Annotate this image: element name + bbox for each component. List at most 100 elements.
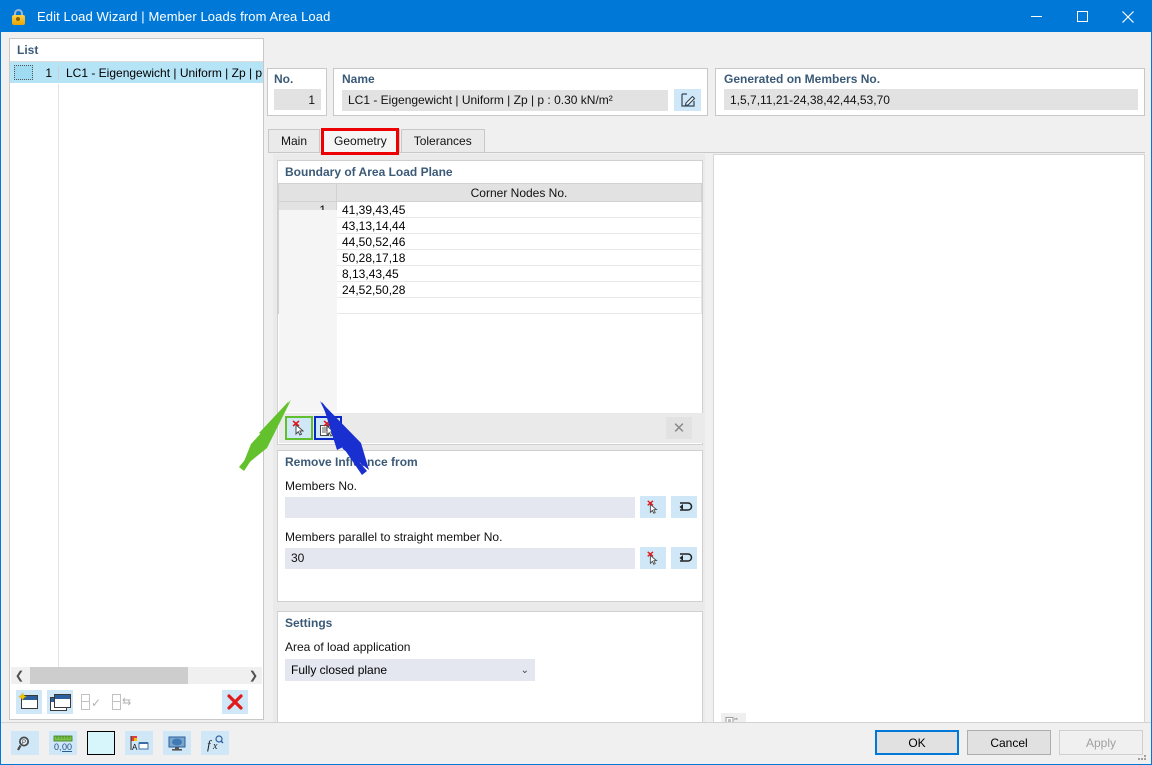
members-no-input[interactable] <box>285 497 635 518</box>
tab-bar: Main Geometry Tolerances <box>268 130 1145 153</box>
table-header-row: Corner Nodes No. <box>279 184 702 202</box>
table-row[interactable]: 7 <box>279 298 702 314</box>
row-nodes[interactable]: 8,13,43,45 <box>337 266 702 282</box>
table-row[interactable]: 3 44,50,52,46 <box>279 234 702 250</box>
generated-members-value[interactable]: 1,5,7,11,21-24,38,42,44,53,70 <box>724 89 1138 110</box>
scroll-right-icon[interactable]: ❯ <box>245 667 262 684</box>
maximize-button[interactable] <box>1059 1 1105 32</box>
lock-icon <box>10 8 28 26</box>
area-of-load-application-label: Area of load application <box>278 634 702 657</box>
resize-grip-icon[interactable] <box>1136 750 1148 762</box>
list-panel: List 1 LC1 - Eigengewicht | Uniform | Zp… <box>9 38 264 720</box>
list-item-number: 1 <box>35 66 59 80</box>
fx-icon: f x <box>206 735 225 752</box>
tab-main[interactable]: Main <box>268 129 320 152</box>
row-nodes[interactable]: 50,28,17,18 <box>337 250 702 266</box>
name-field-value[interactable]: LC1 - Eigengewicht | Uniform | Zp | p : … <box>342 90 668 111</box>
red-x-icon <box>227 694 243 710</box>
function-button[interactable]: f x <box>201 731 229 755</box>
generated-members-label: Generated on Members No. <box>724 72 1138 86</box>
list-item[interactable]: 1 LC1 - Eigengewicht | Uniform | Zp | p … <box>10 62 263 83</box>
preview-pane[interactable] <box>713 154 1145 744</box>
tab-tolerances[interactable]: Tolerances <box>401 129 485 152</box>
list-item-checkbox[interactable] <box>14 65 33 80</box>
number-field-label: No. <box>274 72 321 86</box>
corner-nodes-header: Corner Nodes No. <box>337 184 702 202</box>
svg-text:A: A <box>132 743 138 752</box>
svg-text:P: P <box>21 740 25 746</box>
members-parallel-row: 30 <box>278 547 702 569</box>
list-item-label: LC1 - Eigengewicht | Uniform | Zp | p : … <box>59 66 263 80</box>
members-parallel-pick-button[interactable] <box>640 547 666 569</box>
name-edit-button[interactable] <box>674 89 701 111</box>
list-column-divider <box>58 84 59 684</box>
area-of-load-application-select[interactable]: Fully closed plane ⌄ <box>285 659 535 681</box>
table-row[interactable]: 4 50,28,17,18 <box>279 250 702 266</box>
copy-item-button[interactable] <box>47 690 73 714</box>
row-nodes[interactable]: 44,50,52,46 <box>337 234 702 250</box>
new-item-button[interactable]: ✦ <box>16 690 42 714</box>
select-all-button[interactable]: ✓ <box>78 690 104 714</box>
row-nodes[interactable]: 24,52,50,28 <box>337 282 702 298</box>
name-field-group: Name LC1 - Eigengewicht | Uniform | Zp |… <box>333 68 708 116</box>
undo-arrow-icon <box>676 551 693 565</box>
number-field-value[interactable]: 1 <box>274 89 321 110</box>
new-window-icon: ✦ <box>21 695 38 709</box>
boundary-group: Boundary of Area Load Plane Corner Nodes… <box>277 160 703 445</box>
delete-item-button[interactable] <box>222 690 248 714</box>
minimize-button[interactable] <box>1013 1 1059 32</box>
pick-remove-from-list-button[interactable] <box>315 417 341 439</box>
window-body: List 1 LC1 - Eigengewicht | Uniform | Zp… <box>1 32 1152 765</box>
document-cursor-red-x-icon <box>319 420 338 437</box>
boundary-toolbar: ✕ <box>279 413 703 443</box>
search-magnifier-button[interactable]: P <box>11 731 39 755</box>
cancel-button[interactable]: Cancel <box>967 730 1051 755</box>
row-nodes[interactable] <box>337 298 702 314</box>
members-no-label: Members No. <box>278 473 702 496</box>
window-controls <box>1013 1 1151 32</box>
cursor-red-x-icon <box>645 551 661 566</box>
apply-button: Apply <box>1059 730 1143 755</box>
grid-empty-left-column <box>279 210 337 412</box>
members-parallel-input[interactable]: 30 <box>285 548 635 569</box>
members-no-pick-button[interactable] <box>640 496 666 518</box>
table-row[interactable]: 1 41,39,43,45 <box>279 202 702 218</box>
corner-nodes-table: Corner Nodes No. 1 41,39,43,45 2 43,13,1… <box>278 183 702 314</box>
number-field-group: No. 1 <box>267 68 327 116</box>
close-button[interactable] <box>1105 1 1151 32</box>
table-row[interactable]: 2 43,13,14,44 <box>279 218 702 234</box>
scroll-left-icon[interactable]: ❮ <box>11 667 28 684</box>
members-no-reset-button[interactable] <box>671 496 697 518</box>
window-title: Edit Load Wizard | Member Loads from Are… <box>37 9 330 24</box>
area-of-load-application-value: Fully closed plane <box>291 663 521 677</box>
invert-selection-button[interactable]: ⇆ <box>109 690 135 714</box>
title-bar: Edit Load Wizard | Member Loads from Are… <box>1 1 1151 32</box>
color-swatch-button[interactable] <box>87 731 115 755</box>
copy-window-icon <box>50 694 70 710</box>
members-parallel-reset-button[interactable] <box>671 547 697 569</box>
scroll-track[interactable] <box>28 667 245 684</box>
scroll-thumb[interactable] <box>30 667 188 684</box>
cursor-red-x-icon <box>290 420 308 437</box>
ruler-number-icon: 0, 00 <box>53 735 73 752</box>
status-bar: P 0, 00 <box>1 722 1151 764</box>
clear-table-button[interactable]: ✕ <box>666 417 692 439</box>
undo-arrow-icon <box>676 500 693 514</box>
chevron-down-icon: ⌄ <box>521 665 529 676</box>
members-parallel-label: Members parallel to straight member No. <box>278 518 702 547</box>
table-row[interactable]: 5 8,13,43,45 <box>279 266 702 282</box>
tab-geometry[interactable]: Geometry <box>321 129 400 152</box>
render-view-button[interactable] <box>163 731 191 755</box>
svg-text:0,: 0, <box>54 742 62 752</box>
list-horizontal-scrollbar[interactable]: ❮ ❯ <box>11 667 262 684</box>
label-display-button[interactable]: A <box>125 731 153 755</box>
edit-load-wizard-window: Edit Load Wizard | Member Loads from Are… <box>0 0 1152 765</box>
svg-text:00: 00 <box>62 742 72 752</box>
row-nodes[interactable]: 41,39,43,45 <box>337 202 702 218</box>
monitor-icon <box>168 735 187 752</box>
numeric-format-button[interactable]: 0, 00 <box>49 731 77 755</box>
pick-remove-cursor-button[interactable] <box>286 417 312 439</box>
table-row[interactable]: 6 24,52,50,28 <box>279 282 702 298</box>
ok-button[interactable]: OK <box>875 730 959 755</box>
row-nodes[interactable]: 43,13,14,44 <box>337 218 702 234</box>
